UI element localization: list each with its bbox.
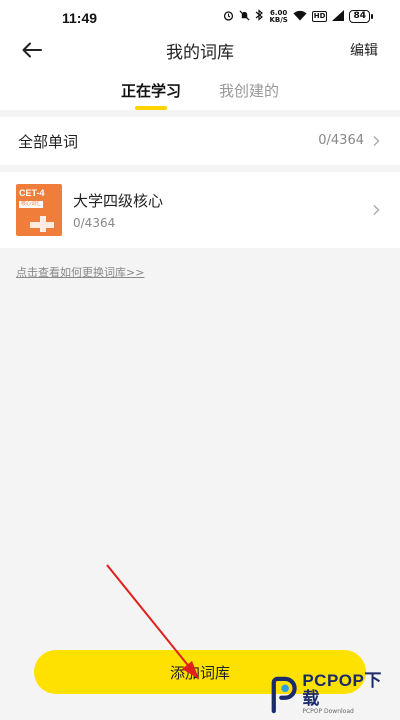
tab-created[interactable]: 我创建的: [219, 80, 279, 108]
battery-indicator: 84: [349, 10, 373, 23]
signal-icon: [332, 9, 345, 24]
page-title: 我的词库: [166, 43, 234, 63]
all-words-row[interactable]: 全部单词 0/4364: [0, 117, 400, 165]
cover-graphic-icon: [30, 216, 54, 232]
bluetooth-icon: [255, 9, 264, 24]
watermark: PCPOP下载 PCPOP Download: [270, 672, 394, 716]
status-time: 11:49: [62, 10, 98, 26]
wifi-icon: [293, 10, 307, 24]
header: 我的词库 编辑 正在学习 我创建的: [0, 34, 400, 110]
tab-bar: 正在学习 我创建的: [0, 80, 400, 108]
pcpop-logo-icon: [271, 676, 297, 714]
chevron-right-icon: [373, 136, 380, 146]
all-words-label: 全部单词: [18, 133, 79, 151]
watermark-subtitle: PCPOP Download: [302, 708, 354, 715]
all-words-count: 0/4364: [318, 133, 364, 148]
status-icons: 6.00 KB/S HD 84: [223, 9, 373, 24]
tab-learning[interactable]: 正在学习: [121, 80, 181, 108]
book-name: 大学四级核心: [73, 192, 164, 210]
mute-icon: [239, 9, 250, 24]
net-speed-unit: KB/S: [269, 15, 288, 24]
alarm-icon: [223, 10, 234, 24]
book-cover: CET-4 核心词汇: [16, 184, 62, 236]
edit-button[interactable]: 编辑: [350, 40, 378, 60]
chevron-right-icon: [373, 205, 380, 215]
watermark-title: PCPOP下载: [302, 671, 382, 708]
status-bar: 11:49 6.00 KB/S HD 84: [0, 0, 400, 34]
hd-badge: HD: [311, 11, 328, 22]
wordbook-item[interactable]: CET-4 核心词汇 大学四级核心 0/4364: [0, 172, 400, 248]
book-progress: 0/4364: [73, 216, 116, 230]
network-speed: 6.00 KB/S: [269, 9, 288, 24]
help-link[interactable]: 点击查看如何更换词库>>: [16, 264, 144, 280]
